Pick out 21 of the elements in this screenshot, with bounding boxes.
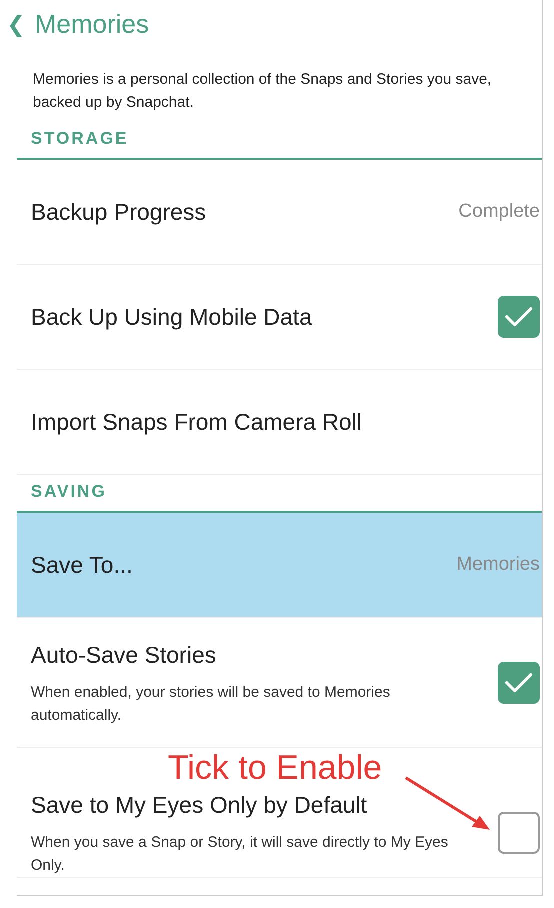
checkbox[interactable] bbox=[498, 296, 540, 338]
row-label: Auto-Save Stories bbox=[31, 641, 216, 670]
row-subtitle: When you save a Snap or Story, it will save directly to My Eyes Only. bbox=[31, 832, 450, 876]
annotation-text: Tick to Enable bbox=[168, 748, 382, 788]
row-label: Import Snaps From Camera Roll bbox=[31, 408, 362, 437]
section-header: STORAGE bbox=[31, 129, 129, 148]
checkmark-icon bbox=[505, 672, 533, 694]
row-label: Back Up Using Mobile Data bbox=[31, 302, 312, 332]
description-text: Memories is a personal collection of the Snaps and Stories you save, backed up by Snapchat. bbox=[32, 70, 493, 113]
checkmark-icon bbox=[505, 306, 533, 328]
checkbox[interactable] bbox=[498, 662, 540, 704]
row-value: Complete bbox=[458, 200, 541, 224]
row-subtitle: When enabled, your stories will be saved to Memories automatically. bbox=[31, 682, 392, 726]
row-label: Save To... bbox=[31, 550, 133, 580]
settings-row[interactable]: Save To... Memories bbox=[17, 513, 542, 618]
checkbox[interactable] bbox=[498, 812, 540, 854]
row-label: Save to My Eyes Only by Default bbox=[31, 791, 368, 820]
row-value: Memories bbox=[456, 552, 541, 577]
section-header: SAVING bbox=[31, 482, 107, 501]
page-title: Memories bbox=[35, 8, 150, 40]
row-label: Backup Progress bbox=[31, 198, 206, 227]
